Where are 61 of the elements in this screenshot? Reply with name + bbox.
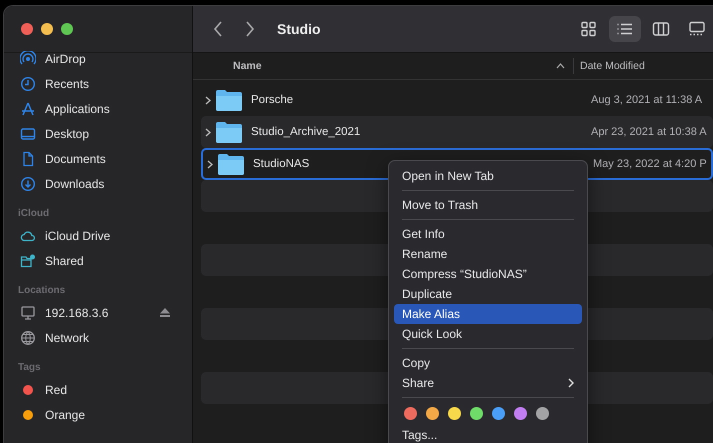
- folder-row[interactable]: Studio_Archive_2021 Apr 23, 2021 at 10:38 A: [201, 116, 713, 148]
- columns-icon: [652, 20, 670, 38]
- sidebar-section-header: iCloud: [17, 207, 50, 221]
- download-icon: [20, 176, 36, 192]
- sidebar-item[interactable]: iCloud Drive: [4, 223, 192, 248]
- menu-item[interactable]: Quick Look: [394, 324, 582, 344]
- sidebar-item[interactable]: Documents: [4, 146, 192, 171]
- menu-item[interactable]: Open in New Tab: [394, 166, 582, 186]
- applications-icon: [20, 100, 36, 116]
- sidebar-section-header: Tags: [17, 361, 42, 375]
- desktop-icon: [20, 126, 36, 142]
- tag-color-dot[interactable]: [536, 407, 549, 420]
- menu-item[interactable]: Copy: [394, 353, 582, 373]
- tag-color-dot[interactable]: [514, 407, 527, 420]
- zoom-button[interactable]: [61, 23, 73, 35]
- sidebar-section-header: Locations: [17, 284, 66, 298]
- menu-item[interactable]: Make Alias: [394, 304, 582, 324]
- shared-folder-icon: [20, 252, 36, 268]
- sidebar-item[interactable]: Desktop: [4, 121, 192, 146]
- folder-icon: [215, 121, 243, 143]
- sidebar-item[interactable]: AirDrop: [4, 46, 192, 71]
- folder-icon: [217, 153, 245, 175]
- sidebar-item[interactable]: Shared: [4, 248, 192, 273]
- sidebar-item[interactable]: Network: [4, 325, 192, 350]
- minimize-button[interactable]: [41, 23, 53, 35]
- disclosure-chevron-icon[interactable]: [205, 96, 211, 104]
- menu-item[interactable]: Tags...: [394, 425, 582, 443]
- disclosure-chevron-icon[interactable]: [207, 160, 213, 168]
- eject-icon[interactable]: [160, 308, 170, 317]
- folder-icon: [215, 89, 243, 111]
- grid-icon: [580, 20, 598, 38]
- disclosure-chevron-icon[interactable]: [205, 128, 211, 136]
- sidebar-item[interactable]: Applications: [4, 96, 192, 121]
- clock-icon: [20, 76, 36, 92]
- menu-item[interactable]: Get Info: [394, 224, 582, 244]
- sidebar-item[interactable]: Red: [4, 377, 192, 402]
- column-header[interactable]: Date Modified: [573, 58, 645, 74]
- tag-color-dot[interactable]: [470, 407, 483, 420]
- menu-item[interactable]: Move to Trash: [394, 195, 582, 215]
- tag-color-dot[interactable]: [448, 407, 461, 420]
- sort-caret-icon: [556, 63, 565, 69]
- sidebar-item[interactable]: Recents: [4, 71, 192, 96]
- tag-color-dot[interactable]: [426, 407, 439, 420]
- close-button[interactable]: [21, 23, 33, 35]
- gallery-icon: [688, 20, 706, 38]
- menu-item[interactable]: Compress “StudioNAS”: [394, 264, 582, 284]
- back-chevron-icon: [213, 21, 223, 37]
- folder-row[interactable]: Porsche Aug 3, 2021 at 11:38 A: [201, 84, 713, 116]
- list-view-button[interactable]: [609, 16, 641, 42]
- window-title: Studio: [277, 21, 322, 37]
- globe-icon: [20, 330, 36, 346]
- sidebar-item[interactable]: 192.168.3.6: [4, 300, 192, 325]
- sidebar-item[interactable]: Downloads: [4, 171, 192, 196]
- computer-icon: [20, 304, 36, 320]
- tag-color-dot[interactable]: [404, 407, 417, 420]
- forward-chevron-icon: [245, 21, 255, 37]
- tag-color-dot[interactable]: [492, 407, 505, 420]
- sidebar-item[interactable]: Orange: [4, 402, 192, 427]
- column-header[interactable]: Name: [193, 60, 573, 72]
- menu-item[interactable]: Duplicate: [394, 284, 582, 304]
- airdrop-icon: [20, 50, 36, 66]
